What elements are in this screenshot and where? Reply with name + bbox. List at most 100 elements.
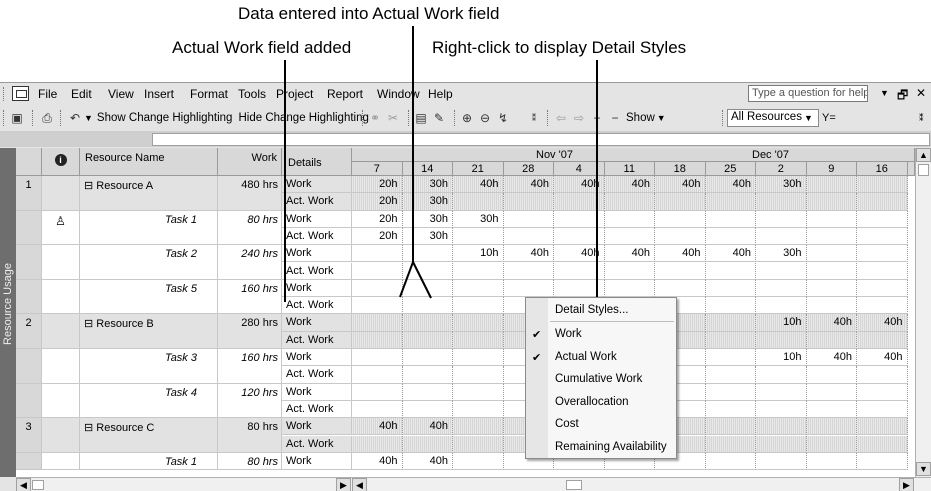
menu-insert[interactable]: Insert [144,87,174,101]
timephased-cell[interactable] [453,262,504,280]
project-document-icon[interactable] [12,86,29,101]
timephased-cell[interactable] [857,383,908,401]
details-cell[interactable]: Work [282,245,352,263]
timephased-cell[interactable] [806,435,857,453]
timephased-cell[interactable] [453,400,504,419]
timephased-cell[interactable] [705,331,756,349]
details-cell[interactable]: Work [282,210,352,228]
timephased-cell[interactable]: 40h [352,418,403,436]
timephased-cell[interactable] [705,452,756,471]
indicator-cell[interactable] [42,279,80,315]
timephased-cell[interactable] [655,227,706,246]
vertical-scroll-thumb[interactable] [918,164,929,176]
timephased-cell[interactable]: 20h [352,210,403,228]
timescale-scroll-thumb[interactable] [566,480,582,490]
timephased-cell[interactable]: 30h [453,210,504,228]
timescale-scroll-left-icon[interactable]: ◀ [352,478,367,491]
menu-report[interactable]: Report [327,87,363,101]
menu-item-actual-work[interactable]: ✔ Actual Work [526,347,676,369]
timephased-cell[interactable]: 10h [453,245,504,263]
timephased-cell[interactable] [857,418,908,436]
timephased-cell[interactable] [352,331,403,349]
restore-window-icon[interactable]: 🗗 [897,86,908,107]
timephased-cell[interactable] [705,297,756,315]
timephased-cell[interactable]: 40h [503,176,554,194]
timephased-cell[interactable] [756,418,807,436]
help-dropdown-icon[interactable]: ▼ [880,88,889,98]
timephased-cell[interactable] [604,279,655,298]
timephased-cell[interactable] [756,383,807,401]
details-cell[interactable]: Act. Work [282,366,352,384]
timephased-cell[interactable] [756,452,807,471]
timephased-cell[interactable] [503,279,554,298]
indicator-cell[interactable] [42,176,80,211]
unlink-tasks-icon[interactable]: ✂ [384,109,402,127]
select-all-corner[interactable] [16,148,42,176]
indent-icon[interactable]: ⇨ [570,109,588,127]
timephased-cell[interactable] [806,210,857,228]
timescale-scroll-right-icon[interactable]: ▶ [899,478,914,491]
work-cell[interactable]: 80 hrs [218,418,282,453]
timephased-cell[interactable] [352,279,403,298]
timephased-cell[interactable] [806,366,857,384]
timephased-cell[interactable] [503,210,554,228]
details-cell[interactable]: Work [282,176,352,194]
timephased-cell[interactable] [806,279,857,298]
timescale-day-header[interactable]: 11 [604,162,655,176]
sheet-scroll-left-icon[interactable]: ◀ [16,478,31,491]
timescale-day-header[interactable]: 16 [857,162,908,176]
timephased-cell[interactable] [352,245,403,263]
menu-tools[interactable]: Tools [238,87,266,101]
menu-item-remaining-availability[interactable]: Remaining Availability [526,437,676,459]
timephased-cell[interactable] [402,279,453,298]
work-cell[interactable]: 280 hrs [218,314,282,349]
hide-subtasks-icon[interactable]: − [606,109,624,127]
close-window-icon[interactable]: ✕ [916,86,926,100]
timephased-cell[interactable] [352,366,403,384]
timephased-cell[interactable] [453,331,504,349]
timephased-cell[interactable] [806,245,857,263]
show-outline-button[interactable]: Show [626,112,655,124]
timephased-cell[interactable] [655,279,706,298]
undo-dropdown-icon[interactable]: ▼ [84,113,93,123]
resource-name-cell[interactable]: Task 5 [80,279,218,315]
row-id-cell[interactable] [16,279,42,315]
hide-change-highlighting-button[interactable]: Hide Change Highlighting [238,112,368,124]
timephased-cell[interactable] [503,193,554,211]
timephased-cell[interactable]: 30h [402,193,453,211]
timephased-cell[interactable]: 20h [352,227,403,246]
details-cell[interactable]: Act. Work [282,435,352,453]
timephased-cell[interactable] [655,262,706,280]
timephased-cell[interactable] [402,297,453,315]
timephased-cell[interactable]: 30h [756,176,807,194]
row-id-cell[interactable] [16,349,42,384]
timephased-cell[interactable] [756,297,807,315]
timephased-cell[interactable] [705,262,756,280]
resource-name-header[interactable]: Resource Name [80,148,218,176]
timephased-cell[interactable] [453,279,504,298]
row-id-cell[interactable] [16,210,42,246]
timephased-cell[interactable]: 40h [503,245,554,263]
row-id-cell[interactable] [16,245,42,280]
timephased-cell[interactable] [756,210,807,228]
timephased-cell[interactable] [352,297,403,315]
indicator-cell[interactable]: ♙ [42,210,80,246]
timephased-cell[interactable] [806,262,857,280]
timephased-cell[interactable] [705,193,756,211]
resource-name-cell[interactable]: Task 2 [80,245,218,280]
timephased-cell[interactable] [857,210,908,228]
zoom-out-icon[interactable]: ⊖ [476,109,494,127]
zoom-in-icon[interactable]: ⊕ [458,109,476,127]
menu-edit[interactable]: Edit [71,87,92,101]
timephased-cell[interactable] [402,435,453,453]
timephased-cell[interactable]: 10h [756,314,807,332]
entry-field[interactable] [152,133,930,146]
timephased-cell[interactable] [806,418,857,436]
timephased-cell[interactable] [352,435,403,453]
timephased-cell[interactable] [705,418,756,436]
task-information-icon[interactable]: ▤ [412,109,430,127]
timephased-cell[interactable] [857,297,908,315]
menu-file[interactable]: File [38,87,57,101]
timephased-cell[interactable] [857,262,908,280]
timephased-cell[interactable] [402,262,453,280]
